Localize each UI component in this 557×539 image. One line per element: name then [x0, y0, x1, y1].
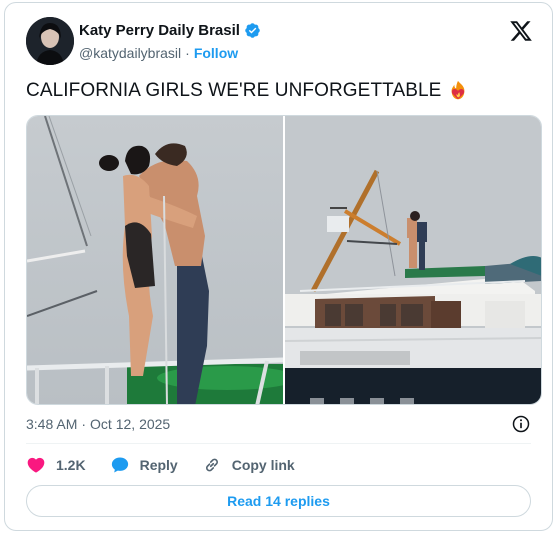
author-handle-row: @katydailybrasil · Follow — [79, 45, 238, 61]
tweet-timestamp[interactable]: 3:48 AM · Oct 12, 2025 — [26, 416, 170, 432]
x-logo-icon[interactable] — [509, 19, 533, 43]
reply-label: Reply — [139, 457, 178, 473]
divider — [26, 443, 531, 444]
copy-link-button[interactable]: Copy link — [202, 455, 295, 475]
author-display-name[interactable]: Katy Perry Daily Brasil — [79, 22, 240, 39]
follow-button[interactable]: Follow — [194, 45, 238, 61]
read-replies-label: Read 14 replies — [227, 493, 330, 509]
reply-button[interactable]: Reply — [110, 455, 178, 475]
author-name-row: Katy Perry Daily Brasil — [79, 22, 261, 39]
action-bar: 1.2K Reply Copy link — [26, 455, 319, 475]
media-gallery — [26, 115, 542, 405]
read-replies-button[interactable]: Read 14 replies — [26, 485, 531, 517]
tweet-text-content: CALIFORNIA GIRLS WE'RE UNFORGETTABLE — [26, 80, 442, 101]
tweet-date: Oct 12, 2025 — [90, 416, 171, 432]
time-separator: · — [81, 416, 87, 432]
handle-separator: · — [185, 45, 190, 61]
link-icon — [205, 458, 218, 472]
tweet-card: Katy Perry Daily Brasil @katydailybrasil… — [4, 2, 553, 531]
photo-couple-closeup[interactable] — [27, 116, 283, 404]
avatar[interactable] — [26, 17, 74, 65]
heart-on-fire-icon — [452, 80, 465, 100]
heart-icon — [27, 457, 45, 473]
verified-badge-icon — [245, 23, 260, 38]
like-button[interactable]: 1.2K — [26, 455, 86, 475]
tweet-text: CALIFORNIA GIRLS WE'RE UNFORGETTABLE — [26, 80, 469, 102]
copy-link-label: Copy link — [231, 457, 295, 473]
reply-bubble-icon — [111, 457, 128, 473]
likes-count: 1.2K — [56, 457, 86, 473]
info-icon[interactable] — [511, 414, 531, 434]
author-handle[interactable]: @katydailybrasil — [79, 45, 181, 61]
tweet-time: 3:48 AM — [26, 416, 78, 432]
photo-yacht-wide[interactable] — [285, 116, 541, 404]
